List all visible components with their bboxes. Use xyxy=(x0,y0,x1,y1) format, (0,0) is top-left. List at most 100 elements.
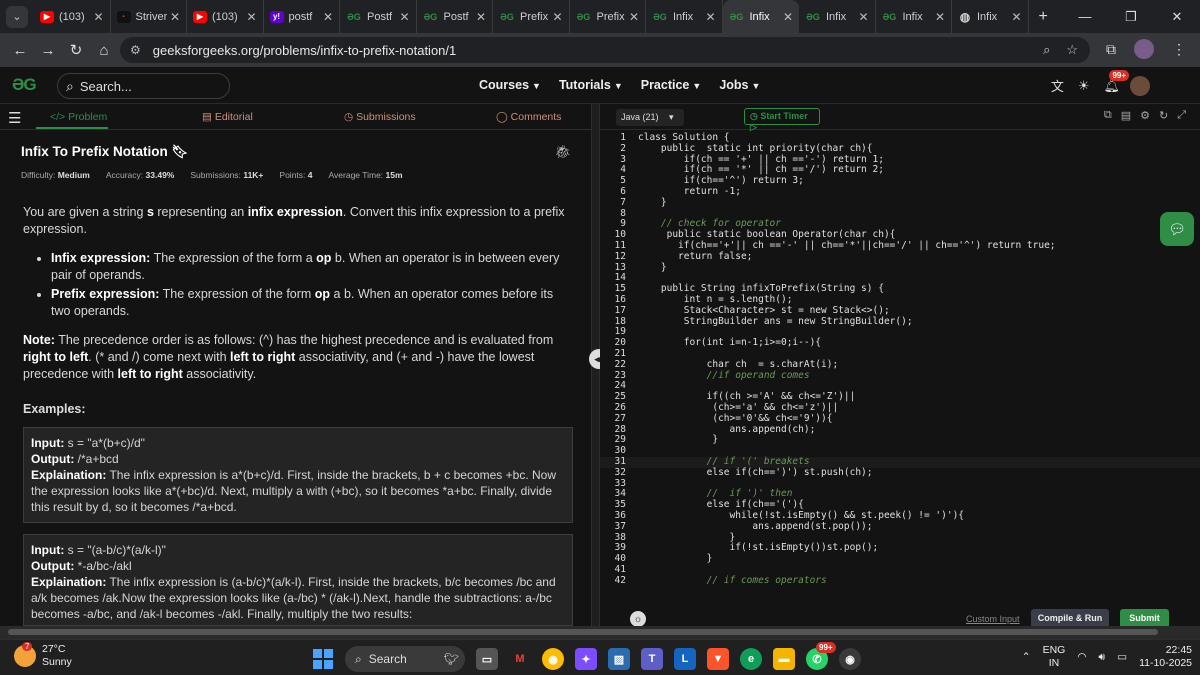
code-line: 20 for(int i=n-1;i>=0;i--){ xyxy=(600,337,1200,349)
browser-tab[interactable]: ▶ (103) ✕ xyxy=(187,0,264,33)
tab-submissions[interactable]: ◷ Submissions xyxy=(344,111,416,123)
fullscreen-icon[interactable]: ⤢ xyxy=(1177,109,1186,122)
language-select[interactable]: Java (21) ▾ xyxy=(616,109,684,126)
language-indicator[interactable]: ENG IN xyxy=(1043,644,1066,670)
explanation-label: Explaination: xyxy=(31,468,107,482)
tab-close-icon[interactable]: ✕ xyxy=(93,10,103,24)
code-area[interactable]: 1 class Solution {2 public static int pri… xyxy=(600,131,1200,599)
notification-bell-icon[interactable]: 🔔︎ 99+ xyxy=(1103,69,1130,94)
example-box: Input: s = "a*(b+c)/d" Output: /*a+bcd E… xyxy=(23,427,573,523)
light-theme-icon[interactable]: ☼ xyxy=(630,611,646,627)
tab-close-icon[interactable]: ✕ xyxy=(170,10,180,24)
close-window-icon[interactable]: ✕ xyxy=(1154,9,1200,25)
copy-icon[interactable]: ⧉ xyxy=(1104,109,1112,122)
start-timer-button[interactable]: ◷ Start Timer ▷ xyxy=(744,108,820,132)
profile-avatar[interactable] xyxy=(1134,39,1154,59)
battery-icon[interactable]: ▭ xyxy=(1117,651,1127,663)
back-icon[interactable]: ← xyxy=(6,42,34,59)
teams-icon[interactable]: T xyxy=(641,648,663,670)
tab-search-button[interactable]: ⌄ xyxy=(6,5,28,28)
theme-toggle-icon[interactable]: ☀ xyxy=(1078,78,1090,94)
volume-icon[interactable]: 🔊︎ xyxy=(1099,651,1106,664)
settings-icon[interactable]: ⚙ xyxy=(1140,109,1150,122)
tab-problem[interactable]: </> Problem xyxy=(50,111,107,123)
tab-close-icon[interactable]: ✕ xyxy=(935,10,945,24)
gfg-logo[interactable]: ƏG xyxy=(12,75,37,95)
home-icon[interactable]: ⌂ xyxy=(90,42,118,59)
active-chrome-icon[interactable]: ◉ xyxy=(839,648,861,670)
tray-expand-icon[interactable]: ⌃ xyxy=(1022,651,1031,663)
browser-tab[interactable]: ƏG Prefix ✕ xyxy=(570,0,646,33)
tab-comments[interactable]: ◯ Comments xyxy=(496,111,561,123)
tab-editorial[interactable]: ▤ Editorial xyxy=(202,111,253,123)
browser-menu-icon[interactable]: ⋮ xyxy=(1172,41,1186,58)
browser-tab[interactable]: ▶ (103) ✕ xyxy=(34,0,111,33)
minimize-icon[interactable]: — xyxy=(1062,9,1108,24)
tab-close-icon[interactable]: ✕ xyxy=(552,10,562,24)
bookmark-star-icon[interactable]: ☆ xyxy=(1066,42,1078,58)
nav-jobs[interactable]: Jobs ▼ xyxy=(719,78,760,92)
list-item: Infix expression: The expression of the … xyxy=(51,250,575,284)
browser-tab[interactable]: ƏG Infix ✕ xyxy=(646,0,723,33)
browser-tab[interactable]: ƏG Postf ✕ xyxy=(417,0,493,33)
tab-close-icon[interactable]: ✕ xyxy=(399,10,409,24)
extensions-icon[interactable]: ⧉ xyxy=(1106,41,1116,58)
horizontal-scrollbar[interactable] xyxy=(0,626,1200,639)
infix-def-label: Infix expression: xyxy=(51,251,151,265)
code-template-icon[interactable]: ▤ xyxy=(1121,109,1131,122)
browser-tab[interactable]: ƏG Prefix ✕ xyxy=(493,0,570,33)
browser-tab[interactable]: ◍ Infix ✕ xyxy=(952,0,1029,33)
chat-icon[interactable]: 💬︎ xyxy=(1160,212,1194,246)
tab-close-icon[interactable]: ✕ xyxy=(476,10,486,24)
wifi-icon[interactable]: ◠ xyxy=(1077,651,1086,663)
whatsapp-icon[interactable]: ✆ 99+ xyxy=(806,642,836,670)
browser-tab[interactable]: ƏG Infix ✕ xyxy=(876,0,952,33)
site-search-input[interactable]: ⌕ Search... xyxy=(57,73,230,99)
nav-tutorials[interactable]: Tutorials ▼ xyxy=(559,78,623,92)
task-view-icon[interactable]: ▭ xyxy=(476,648,498,670)
hamburger-menu-icon[interactable]: ☰ xyxy=(8,109,21,127)
forward-icon[interactable]: → xyxy=(34,42,62,59)
tab-close-icon[interactable]: ✕ xyxy=(858,10,868,24)
edge-icon[interactable]: e xyxy=(740,648,762,670)
reload-icon[interactable]: ↻ xyxy=(62,41,90,59)
brave-icon[interactable]: ▼ xyxy=(707,648,729,670)
tab-close-icon[interactable]: ✕ xyxy=(1011,10,1021,24)
weather-widget[interactable]: 7 27°C Sunny xyxy=(14,642,72,669)
chrome-icon[interactable]: ◉ xyxy=(542,648,564,670)
copilot-icon[interactable]: ✦ xyxy=(575,648,597,670)
nav-courses[interactable]: Courses ▼ xyxy=(479,78,541,92)
tab-close-icon[interactable]: ✕ xyxy=(323,10,333,24)
site-info-icon[interactable]: ⚙ xyxy=(130,43,141,57)
browser-tab[interactable]: y! postf ✕ xyxy=(264,0,340,33)
bookmark-icon[interactable]: 🔖︎ xyxy=(172,144,189,159)
browser-tab[interactable]: ƏG Infix ✕ xyxy=(722,0,799,33)
input-value: s = "(a-b/c)*(a/k-l)" xyxy=(64,543,166,557)
browser-tab[interactable]: ƏG Postf ✕ xyxy=(340,0,417,33)
custom-input-link[interactable]: Custom Input xyxy=(966,614,1020,624)
new-tab-icon[interactable]: + xyxy=(1039,8,1048,26)
reset-icon[interactable]: ↻ xyxy=(1159,109,1168,122)
file-explorer-icon[interactable]: ▬ xyxy=(773,648,795,670)
maximize-icon[interactable]: ❐ xyxy=(1108,9,1154,25)
taskbar-search[interactable]: ⌕ Search 🐦︎ xyxy=(345,646,465,672)
translate-icon[interactable]: 文 xyxy=(1051,76,1064,95)
zoom-icon[interactable]: ⌕ xyxy=(1043,42,1050,58)
url-field[interactable]: ⚙ geeksforgeeks.org/problems/infix-to-pr… xyxy=(120,37,1090,63)
nav-practice[interactable]: Practice ▼ xyxy=(641,78,702,92)
user-avatar[interactable] xyxy=(1130,76,1150,96)
gmail-icon[interactable]: M xyxy=(509,648,531,670)
tab-close-icon[interactable]: ✕ xyxy=(246,10,256,24)
browser-tab[interactable]: ƏG Infix ✕ xyxy=(799,0,876,33)
scrollbar-thumb[interactable] xyxy=(8,629,1158,635)
report-bug-icon[interactable]: 🐞︎ xyxy=(554,144,571,160)
photos-icon[interactable]: ▨ xyxy=(608,648,630,670)
clock[interactable]: 22:45 11-10-2025 xyxy=(1139,644,1192,670)
browser-tab[interactable]: ▪ Striver ✕ xyxy=(111,0,187,33)
tab-close-icon[interactable]: ✕ xyxy=(629,10,639,24)
tab-close-icon[interactable]: ✕ xyxy=(705,10,715,24)
window-controls: — ❐ ✕ xyxy=(1062,0,1200,33)
windows-start-icon[interactable] xyxy=(312,648,334,670)
tab-close-icon[interactable]: ✕ xyxy=(783,10,793,24)
launcher-l-icon[interactable]: L xyxy=(674,648,696,670)
